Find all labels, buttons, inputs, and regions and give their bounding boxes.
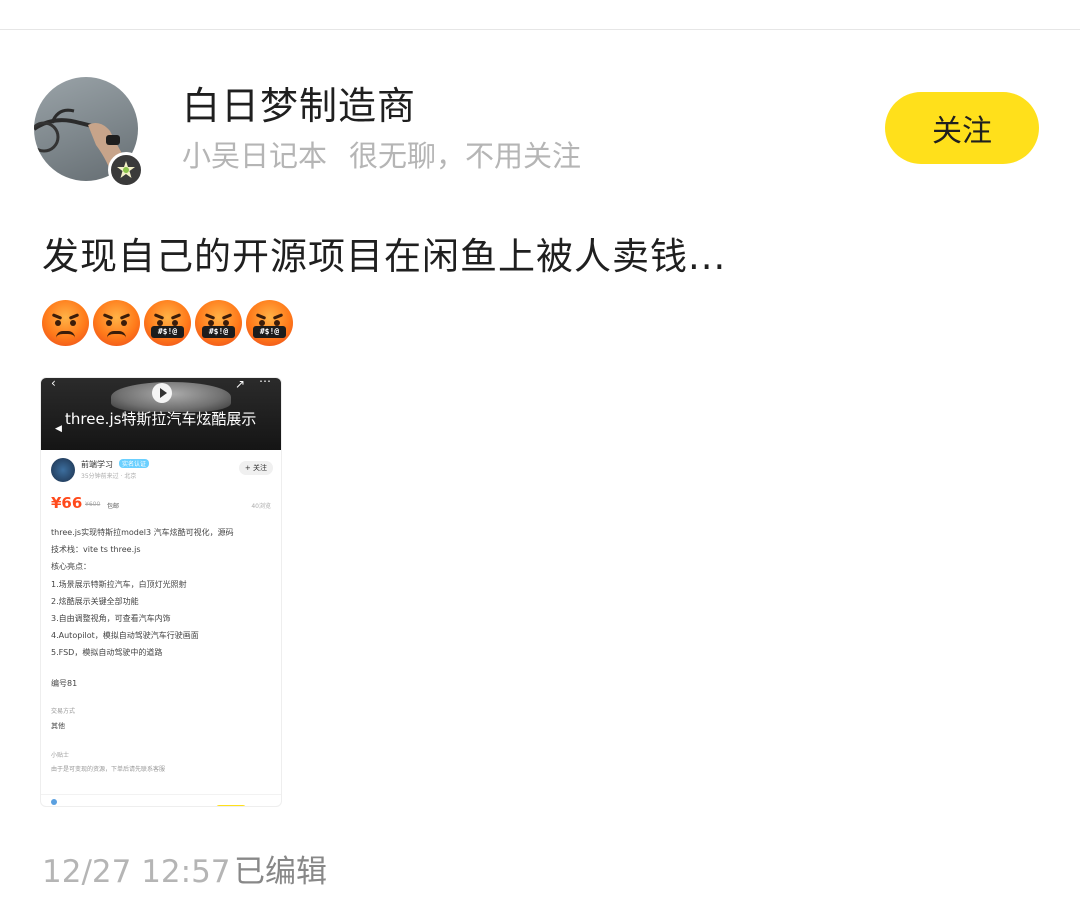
author-nickname: 小吴日记本 — [182, 139, 328, 173]
more-icon: ⋯ — [259, 377, 271, 388]
video-caption: three.js特斯拉汽车炫酷展示 — [65, 410, 257, 428]
cursing-face-icon: #$!@ — [195, 300, 242, 346]
seller-row: 前端学习 实名认证 35分钟前来过 · 北京 + 关注 — [51, 458, 273, 484]
trade-value: 其他 — [51, 722, 65, 730]
seller-name: 前端学习 — [81, 460, 113, 469]
tips-label: 小贴士 — [51, 752, 70, 759]
seller-avatar — [51, 458, 75, 482]
angry-face-icon — [93, 300, 140, 346]
trade-label: 交易方式 — [51, 708, 76, 715]
listing-description: three.js实现特斯拉model3 汽车炫酷可视化，源码 技术栈：vite … — [51, 524, 276, 662]
cursing-face-icon: #$!@ — [144, 300, 191, 346]
emoji-row: #$!@ #$!@ #$!@ — [42, 300, 293, 346]
play-icon — [152, 383, 172, 403]
angry-face-icon — [42, 300, 89, 346]
author-name[interactable]: 白日梦制造商 — [182, 84, 416, 128]
description-line: 2.炫酷展示关键全部功能 — [51, 596, 139, 606]
description-line: three.js实现特斯拉model3 汽车炫酷可视化，源码 — [51, 528, 234, 537]
video-preview: ‹ ↗ ⋯ ◀ three.js特斯拉汽车炫酷展示 — [41, 377, 281, 450]
seller-sub: 35分钟前来过 · 北京 — [81, 473, 137, 480]
share-icon: ↗ — [235, 377, 246, 391]
price: ¥66 — [51, 494, 83, 512]
back-icon: ‹ — [51, 377, 56, 390]
seller-tag: 实名认证 — [119, 459, 150, 468]
seller-follow: + 关注 — [238, 461, 273, 475]
bottom-strip — [41, 794, 281, 806]
listing-code: 编号81 — [51, 679, 78, 688]
price-old: ¥600 — [85, 501, 101, 508]
description-line: 4.Autopilot，模拟自动驾驶汽车行驶画面 — [51, 631, 199, 641]
description-line: 1.场景展示特斯拉汽车，白顶灯光照射 — [51, 579, 187, 589]
edited-label: 已编辑 — [234, 854, 327, 890]
views-count: 40浏览 — [251, 503, 271, 510]
description-line: 技术栈：vite ts three.js — [51, 545, 141, 555]
post-image-thumbnail[interactable]: ‹ ↗ ⋯ ◀ three.js特斯拉汽车炫酷展示 前端学习 实名认证 35分钟… — [40, 377, 282, 807]
verified-badge-icon — [108, 152, 144, 188]
bottom-yellow-button — [216, 805, 246, 806]
top-divider — [0, 29, 1080, 30]
tips-value: 由于是可变现的资源，下单后请先联系客服 — [51, 766, 166, 773]
cursing-face-icon: #$!@ — [246, 300, 293, 346]
author-subtitle: 小吴日记本 很无聊，不用关注 — [182, 138, 581, 174]
volume-icon: ◀ — [55, 424, 62, 434]
description-line: 核心亮点： — [51, 562, 91, 572]
follow-button[interactable]: 关注 — [885, 92, 1039, 164]
post-timestamp: 12/27 12:57 — [42, 854, 231, 890]
bottom-dot-icon — [51, 799, 57, 805]
post-title: 发现自己的开源项目在闲鱼上被人卖钱... — [42, 235, 727, 278]
description-line: 3.自由调整视角，可查看汽车内饰 — [51, 614, 171, 624]
author-bio: 很无聊，不用关注 — [349, 139, 582, 173]
description-line: 5.FSD，模拟自动驾驶中的道路 — [51, 648, 163, 658]
price-note: 包邮 — [107, 503, 120, 510]
